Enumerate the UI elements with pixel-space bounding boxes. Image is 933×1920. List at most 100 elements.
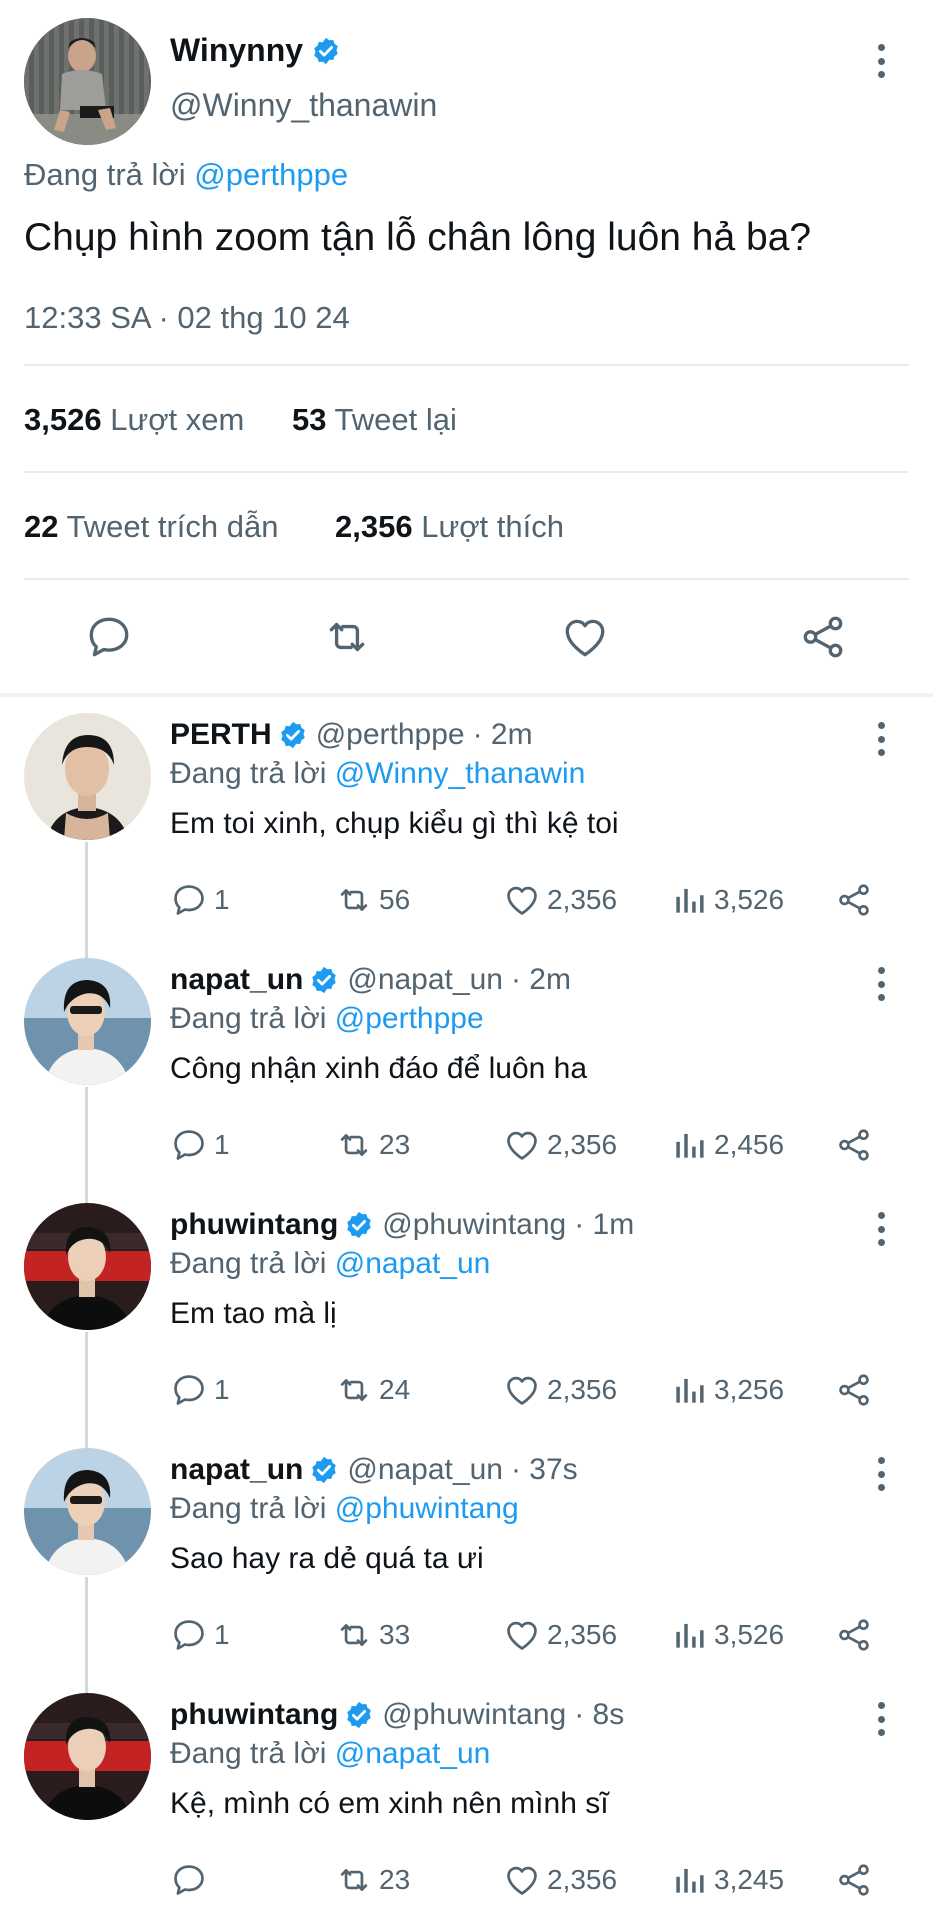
tweet-timestamp[interactable]: 12:33 SA · 02 thg 10 24 — [24, 300, 350, 336]
like-button[interactable]: 2,356 — [503, 1855, 617, 1905]
reply-actions: 1 24 2,356 3,256 — [0, 1365, 933, 1415]
quotes-count: 22 — [24, 509, 59, 544]
view-count: 3,526 — [714, 884, 785, 915]
more-options-icon[interactable] — [875, 1457, 887, 1491]
reply-button[interactable] — [170, 1855, 214, 1905]
more-options-icon[interactable] — [875, 1212, 887, 1246]
share-button[interactable] — [835, 875, 873, 925]
reply-tweet[interactable]: phuwintang @phuwintang · 8s Đang trả lời… — [0, 1680, 933, 1920]
replying-mention-link[interactable]: @perthppe — [335, 1002, 484, 1035]
reply-header: phuwintang @phuwintang · 1m — [170, 1208, 634, 1242]
likes-label: Lượt thích — [421, 509, 564, 544]
tweet-text: Chụp hình zoom tận lỗ chân lông luôn hả … — [24, 216, 812, 259]
reply-avatar[interactable] — [24, 1203, 151, 1330]
section-divider — [0, 693, 933, 697]
author-avatar[interactable] — [24, 18, 151, 145]
reply-header: napat_un @napat_un · 2m — [170, 963, 571, 997]
views-button[interactable]: 3,245 — [670, 1855, 784, 1905]
reply-author-name[interactable]: napat_un — [170, 963, 303, 997]
reply-avatar[interactable] — [24, 713, 151, 840]
retweet-button[interactable]: 56 — [335, 875, 410, 925]
reply-text: Em tao mà lị — [170, 1297, 337, 1330]
share-button[interactable] — [835, 1855, 873, 1905]
author-name-row[interactable]: Winynny — [170, 32, 341, 69]
like-button[interactable]: 2,356 — [503, 875, 617, 925]
reply-author-handle[interactable]: @napat_un — [347, 963, 503, 997]
replying-to: Đang trả lời @perthppe — [24, 157, 348, 193]
reply-tweet[interactable]: napat_un @napat_un · 37s Đang trả lời @p… — [0, 1435, 933, 1680]
reply-tweet[interactable]: napat_un @napat_un · 2m Đang trả lời @pe… — [0, 945, 933, 1190]
share-button[interactable] — [835, 1365, 873, 1415]
verified-badge-icon — [344, 1210, 374, 1240]
reply-tweet[interactable]: PERTH @perthppe · 2m Đang trả lời @Winny… — [0, 700, 933, 945]
like-button[interactable]: 2,356 — [503, 1365, 617, 1415]
like-button[interactable]: 2,356 — [503, 1610, 617, 1660]
author-handle[interactable]: @Winny_thanawin — [170, 87, 437, 124]
share-icon — [835, 881, 873, 919]
reply-author-handle[interactable]: @phuwintang — [382, 1208, 566, 1242]
share-icon[interactable] — [798, 612, 848, 662]
replying-mention-link[interactable]: @perthppe — [194, 157, 348, 192]
views-stat[interactable]: 3,526 Lượt xem — [24, 402, 244, 438]
views-label: Lượt xem — [110, 402, 245, 437]
reply-author-handle[interactable]: @napat_un — [347, 1453, 503, 1487]
reply-tweet[interactable]: phuwintang @phuwintang · 1m Đang trả lời… — [0, 1190, 933, 1435]
view-count: 3,526 — [714, 1619, 785, 1650]
reply-actions: 23 2,356 3,245 — [0, 1855, 933, 1905]
reply-icon — [170, 1861, 208, 1899]
reply-author-handle[interactable]: @phuwintang — [382, 1698, 566, 1732]
like-count: 2,356 — [547, 1619, 618, 1650]
reply-author-handle[interactable]: @perthppe — [316, 718, 465, 752]
reply-author-name[interactable]: phuwintang — [170, 1698, 338, 1732]
retweets-stat[interactable]: 53 Tweet lại — [292, 402, 457, 438]
replying-to: Đang trả lời @perthppe — [170, 1002, 484, 1036]
likes-stat[interactable]: 2,356 Lượt thích — [335, 509, 564, 545]
like-button[interactable]: 2,356 — [503, 1120, 617, 1170]
more-options-icon[interactable] — [875, 44, 887, 78]
reply-author-name[interactable]: phuwintang — [170, 1208, 338, 1242]
more-options-icon[interactable] — [875, 722, 887, 756]
retweet-button[interactable]: 23 — [335, 1855, 410, 1905]
retweet-icon — [335, 881, 373, 919]
author-name[interactable]: Winynny — [170, 32, 303, 69]
views-button[interactable]: 2,456 — [670, 1120, 784, 1170]
reply-button[interactable]: 1 — [170, 1610, 230, 1660]
replying-mention-link[interactable]: @napat_un — [335, 1737, 491, 1770]
more-options-icon[interactable] — [875, 967, 887, 1001]
verified-badge-icon — [278, 720, 308, 750]
retweet-button[interactable]: 23 — [335, 1120, 410, 1170]
views-button[interactable]: 3,256 — [670, 1365, 784, 1415]
reply-icon — [170, 1126, 208, 1164]
retweet-button[interactable]: 33 — [335, 1610, 410, 1660]
reply-avatar[interactable] — [24, 1693, 151, 1820]
reply-icon — [170, 1616, 208, 1654]
replying-to: Đang trả lời @phuwintang — [170, 1492, 519, 1526]
retweet-button[interactable]: 24 — [335, 1365, 410, 1415]
replying-mention-link[interactable]: @phuwintang — [335, 1492, 519, 1525]
like-icon — [503, 1616, 541, 1654]
reply-author-name[interactable]: PERTH — [170, 718, 272, 752]
share-button[interactable] — [835, 1610, 873, 1660]
retweets-label: Tweet lại — [334, 402, 457, 437]
views-button[interactable]: 3,526 — [670, 875, 784, 925]
reply-avatar[interactable] — [24, 1448, 151, 1575]
reply-icon[interactable] — [84, 612, 134, 662]
retweet-icon[interactable] — [322, 612, 372, 662]
reply-button[interactable]: 1 — [170, 1120, 230, 1170]
more-options-icon[interactable] — [875, 1702, 887, 1736]
reply-avatar[interactable] — [24, 958, 151, 1085]
reply-button[interactable]: 1 — [170, 875, 230, 925]
like-icon[interactable] — [560, 612, 610, 662]
reply-text: Kệ, mình có em xinh nên mình sĩ — [170, 1787, 609, 1820]
reply-text: Sao hay ra dẻ quá ta ưi — [170, 1542, 484, 1575]
share-icon — [835, 1371, 873, 1409]
share-button[interactable] — [835, 1120, 873, 1170]
replying-mention-link[interactable]: @napat_un — [335, 1247, 491, 1280]
replying-prefix: Đang trả lời — [170, 1247, 327, 1280]
quotes-stat[interactable]: 22 Tweet trích dẫn — [24, 509, 279, 545]
reply-actions: 1 33 2,356 3,526 — [0, 1610, 933, 1660]
views-button[interactable]: 3,526 — [670, 1610, 784, 1660]
replying-mention-link[interactable]: @Winny_thanawin — [335, 757, 586, 790]
reply-author-name[interactable]: napat_un — [170, 1453, 303, 1487]
reply-button[interactable]: 1 — [170, 1365, 230, 1415]
